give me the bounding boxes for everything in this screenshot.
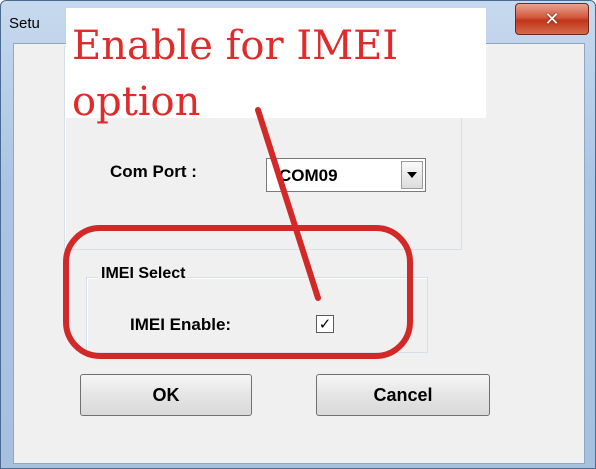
annotation-overlay [63, 107, 413, 359]
highlight-ring [63, 225, 413, 359]
annotation-arrow [255, 107, 321, 301]
